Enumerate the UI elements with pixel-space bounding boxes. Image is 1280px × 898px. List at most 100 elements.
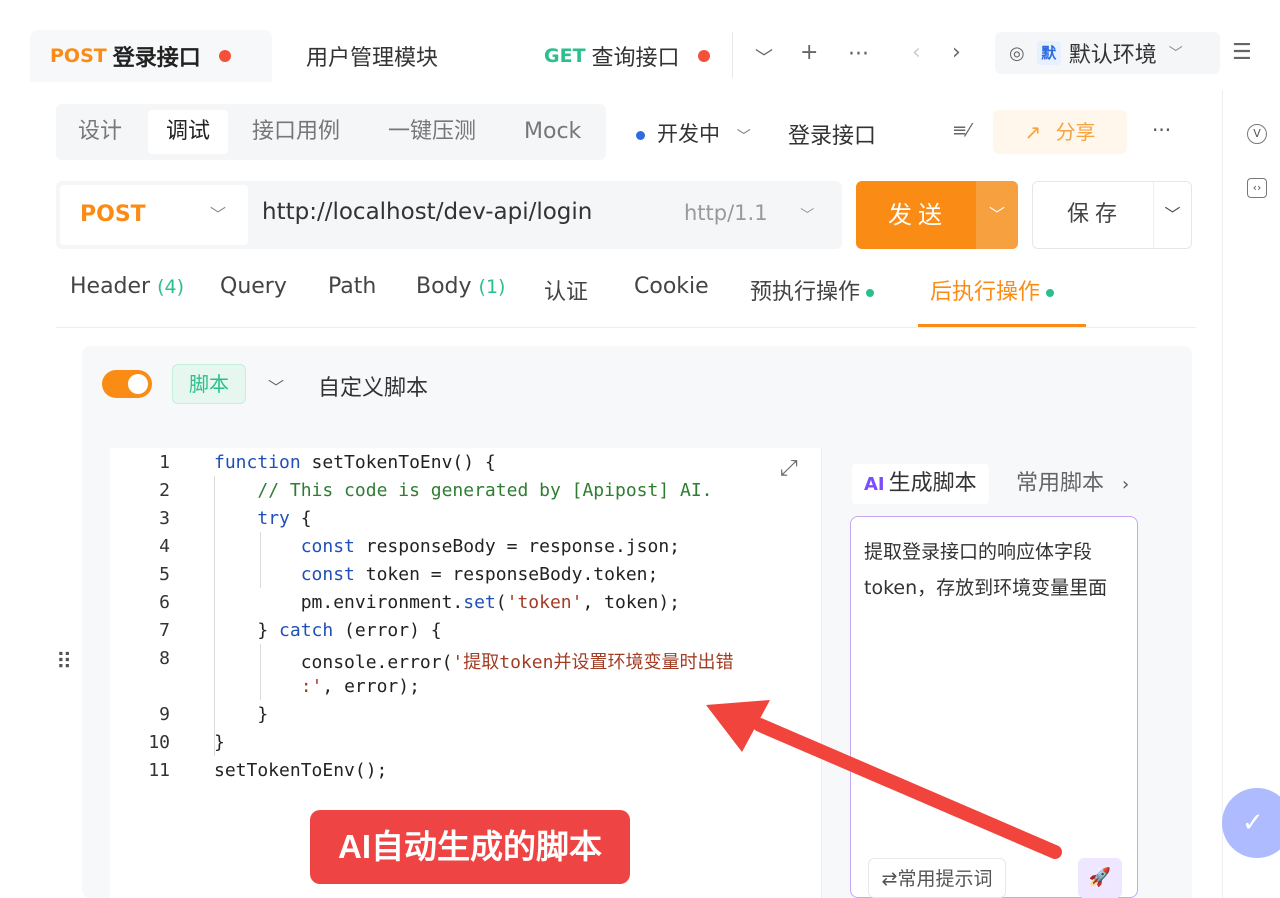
more-icon[interactable]: ···	[1152, 118, 1171, 142]
http-version-select[interactable]: http/1.1 ﹀	[684, 201, 814, 225]
tab-query-api[interactable]: GET 查询接口	[544, 30, 710, 82]
menu-icon[interactable]: ☰	[1232, 40, 1252, 65]
script-type-tag[interactable]: 脚本	[172, 364, 246, 404]
rocket-icon[interactable]: 🚀	[1078, 858, 1122, 898]
tab-method-post: POST	[50, 45, 107, 67]
environment-select[interactable]: ◎ 默 默认环境 ﹀	[995, 32, 1220, 74]
status-dot	[636, 130, 645, 140]
toggle-knob	[128, 374, 148, 394]
code-text: :', error);	[300, 676, 420, 697]
tab-stress-test[interactable]: 一键压测	[388, 110, 476, 154]
tab-design[interactable]: 设计	[78, 110, 122, 154]
ai-tabs: AI 生成脚本 常用脚本	[852, 464, 1152, 504]
tab-user-module[interactable]: 用户管理模块	[306, 30, 438, 82]
expand-icon[interactable]: ⤢	[780, 456, 798, 481]
code-text: pm.environment.set('token', token);	[214, 592, 681, 613]
code-text: // This code is generated by [Apipost] A…	[257, 480, 713, 501]
chevron-down-icon: ﹀	[800, 208, 815, 224]
tab-title: 查询接口	[591, 46, 680, 71]
chevron-down-icon: ﹀	[736, 129, 751, 145]
right-rail: V ‹›	[1222, 90, 1280, 898]
line-number: 8	[159, 648, 170, 669]
tab-common-scripts[interactable]: 常用脚本	[1016, 464, 1104, 504]
line-number: 6	[159, 592, 170, 613]
status-label: 开发中	[657, 122, 720, 146]
status-select[interactable]: 开发中 ﹀	[636, 118, 751, 148]
tab-header[interactable]: Header (4)	[70, 274, 184, 299]
sub-tabs: 设计 调试 接口用例 一键压测 Mock	[56, 104, 606, 160]
send-dropdown-icon[interactable]: ﹀	[976, 181, 1018, 249]
url-input[interactable]: http://localhost/dev-api/login	[262, 199, 592, 225]
tab-divider	[732, 32, 733, 78]
tab-pre-script[interactable]: 预执行操作	[750, 274, 875, 306]
chevron-down-icon[interactable]: ﹀	[268, 374, 284, 398]
scroll-left-icon[interactable]: ‹	[912, 40, 921, 65]
code-text: try {	[257, 508, 312, 529]
save-label: 保存	[1067, 202, 1124, 227]
more-tabs-icon[interactable]: ···	[848, 42, 869, 67]
save-dropdown-icon[interactable]: ﹀	[1153, 182, 1191, 248]
share-icon: ↗	[1024, 120, 1042, 144]
version-icon[interactable]: V	[1247, 124, 1267, 144]
tab-cookie[interactable]: Cookie	[634, 274, 709, 299]
tab-auth[interactable]: 认证	[544, 274, 588, 306]
tab-body[interactable]: Body (1)	[416, 274, 505, 299]
tab-query[interactable]: Query	[220, 274, 287, 299]
tab-post-script[interactable]: 后执行操作	[930, 274, 1055, 306]
script-enable-toggle[interactable]	[102, 370, 152, 398]
unsaved-dot	[697, 50, 710, 62]
method-select[interactable]: POST ﹀	[60, 185, 248, 245]
drag-handle-icon[interactable]: ⠿	[56, 650, 72, 675]
chevron-right-icon[interactable]: ›	[1122, 474, 1129, 495]
format-icon[interactable]: ≡⁄	[952, 120, 970, 141]
tab-mock[interactable]: Mock	[524, 110, 581, 154]
code-text: const responseBody = response.json;	[300, 536, 680, 557]
method-value: POST	[80, 202, 146, 227]
http-version-value: http/1.1	[684, 201, 768, 225]
line-number: 4	[159, 536, 170, 557]
code-text: setTokenToEnv();	[214, 760, 388, 781]
code-icon[interactable]: ‹›	[1247, 178, 1267, 198]
unsaved-dot	[218, 50, 231, 62]
common-hints-button[interactable]: ⇄常用提示词	[868, 858, 1006, 898]
line-number: 7	[159, 620, 170, 641]
code-text: } catch (error) {	[214, 620, 442, 641]
chevron-down-icon: ﹀	[209, 205, 226, 224]
save-button[interactable]: 保存 ﹀	[1032, 181, 1192, 249]
tab-path[interactable]: Path	[328, 274, 376, 299]
active-dot	[866, 289, 875, 297]
share-label: 分享	[1055, 120, 1096, 144]
send-label: 发送	[888, 201, 948, 229]
ai-prompt-text: 提取登录接口的响应体字段token，存放到环境变量里面	[864, 541, 1108, 599]
env-name: 默认环境	[1068, 43, 1157, 68]
active-dot	[1046, 289, 1055, 297]
annotation-label: AI自动生成的脚本	[310, 810, 630, 884]
line-number: 9	[159, 704, 170, 725]
param-tabs: Header (4) Query Path Body (1) 认证 Cookie…	[56, 270, 1196, 328]
tab-test-cases[interactable]: 接口用例	[252, 110, 340, 154]
code-text: console.error('提取token并设置环境变量时出错	[214, 652, 734, 673]
tab-debug[interactable]: 调试	[148, 110, 229, 154]
env-badge: 默	[1036, 41, 1061, 65]
tab-ai-generate[interactable]: AI 生成脚本	[852, 464, 989, 504]
line-number: 2	[159, 480, 170, 501]
url-bar: POST ﹀ http://localhost/dev-api/login ht…	[56, 181, 842, 249]
tab-title: 登录接口	[112, 46, 201, 71]
code-text: }	[214, 732, 225, 753]
api-name[interactable]: 登录接口	[788, 118, 876, 150]
chevron-down-icon: ﹀	[1168, 46, 1183, 62]
chevron-down-icon[interactable]: ﹀	[755, 44, 773, 70]
share-button[interactable]: ↗ 分享	[993, 110, 1127, 154]
tab-method-get: GET	[544, 45, 586, 67]
line-number: 5	[159, 564, 170, 585]
script-title: 自定义脚本	[318, 376, 429, 401]
line-number: 3	[159, 508, 170, 529]
tab-title: 用户管理模块	[306, 46, 439, 71]
settings-icon[interactable]: ◎	[1009, 43, 1025, 64]
scroll-right-icon[interactable]: ›	[952, 40, 961, 65]
send-button[interactable]: 发送 ﹀	[856, 181, 1018, 249]
add-tab-icon[interactable]: +	[800, 40, 818, 65]
line-number: 1	[159, 452, 170, 473]
tab-login-api[interactable]: POST 登录接口	[30, 30, 272, 82]
active-tab-underline	[918, 324, 1086, 327]
